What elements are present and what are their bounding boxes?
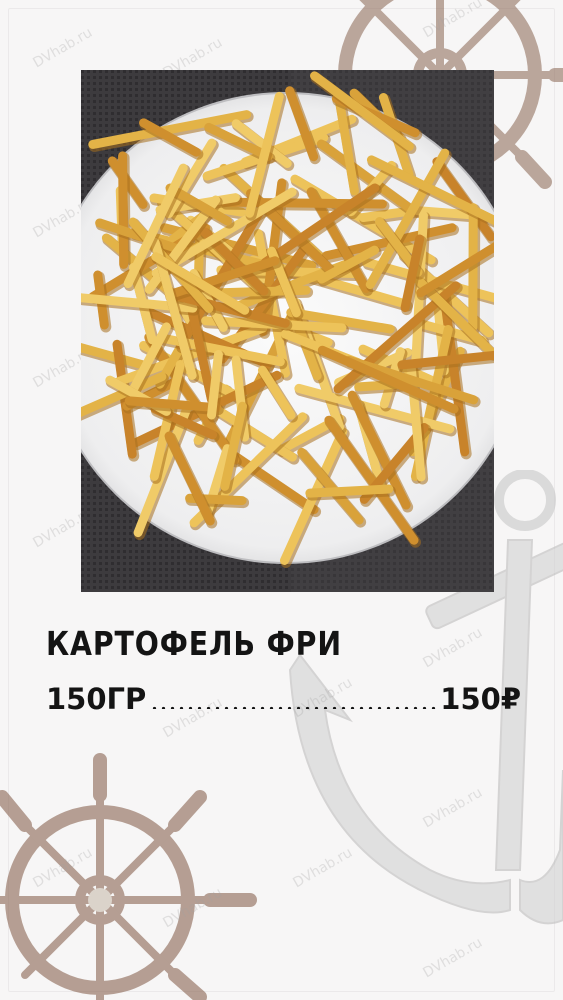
french-fries-image — [81, 70, 494, 592]
dish-price: 150₽ — [440, 682, 521, 716]
dish-weight: 150ГР — [46, 682, 147, 716]
french-fry — [305, 484, 394, 498]
dotted-leader — [150, 706, 437, 709]
dish-photo — [81, 70, 494, 592]
ship-wheel-icon — [0, 753, 257, 1000]
dish-title: КАРТОФЕЛЬ ФРИ — [46, 624, 342, 663]
price-row: 150ГР 150₽ — [46, 682, 521, 716]
french-fry — [118, 151, 129, 269]
